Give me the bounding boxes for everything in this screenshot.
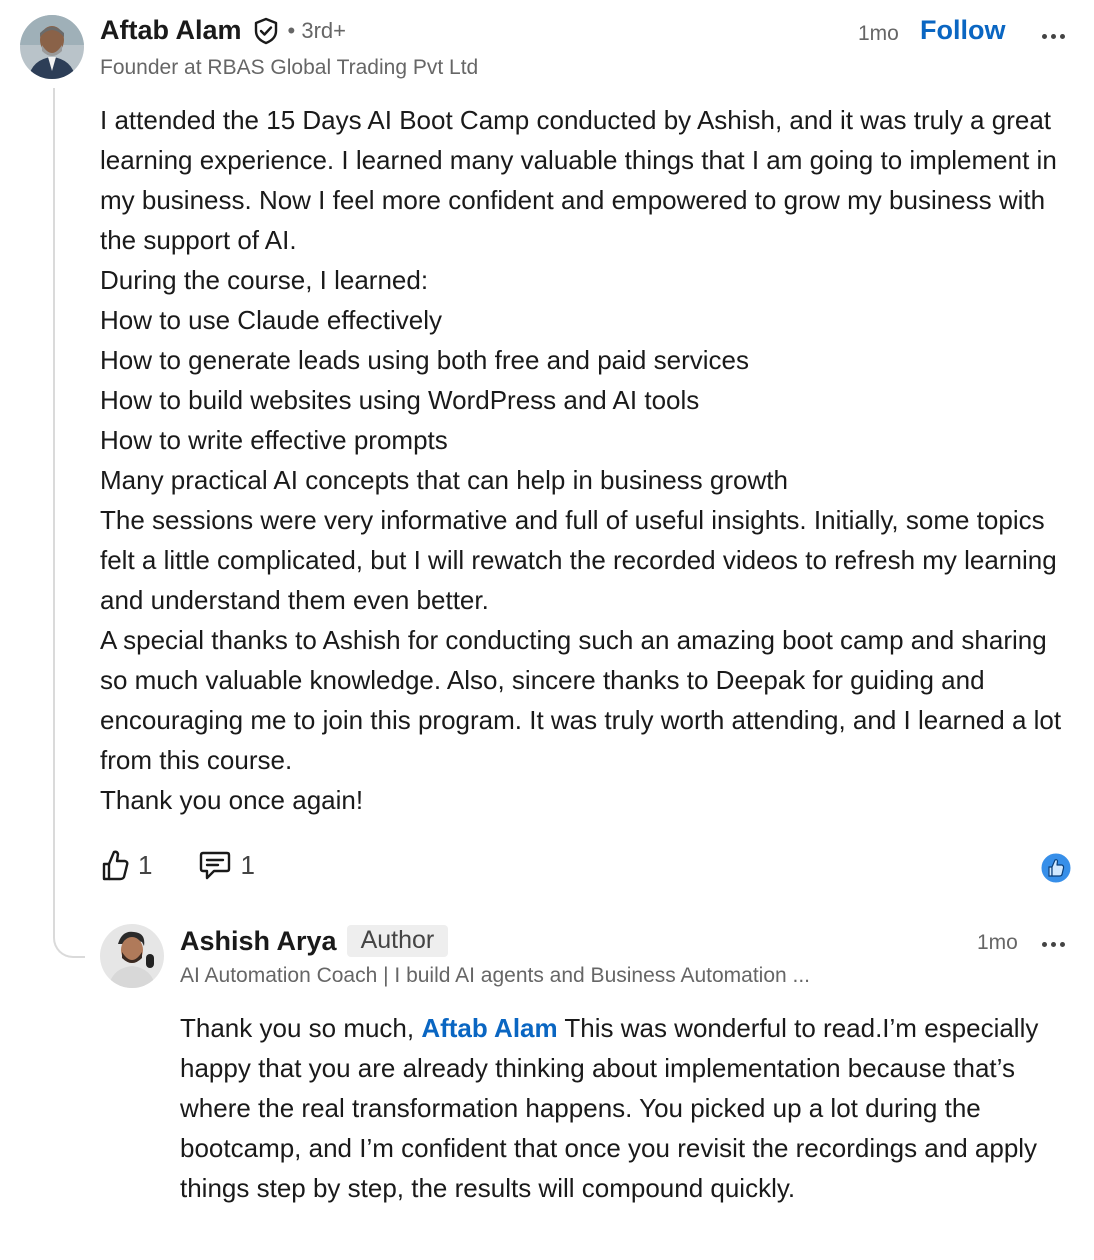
- commenter-avatar[interactable]: [20, 15, 84, 79]
- comment-timestamp: 1mo: [858, 22, 899, 45]
- reply-timestamp: 1mo: [977, 931, 1018, 954]
- speech-bubble-icon: [198, 849, 232, 881]
- like-reaction-icon[interactable]: [1040, 852, 1072, 884]
- comment-body: I attended the 15 Days AI Boot Camp cond…: [100, 100, 1080, 820]
- reply-author-name-row: Ashish Arya Author: [180, 925, 449, 957]
- comment-paragraph: During the course, I learned:: [100, 265, 429, 295]
- reply-author-headline: AI Automation Coach | I build AI agents …: [180, 964, 811, 987]
- more-options-icon[interactable]: [1042, 26, 1065, 46]
- comment-paragraph: How to use Claude effectively: [100, 305, 443, 335]
- follow-button[interactable]: Follow: [920, 15, 1005, 46]
- comment-paragraph: Thank you once again!: [100, 785, 364, 815]
- mention-link[interactable]: Aftab Alam: [421, 1013, 557, 1043]
- commenter-name-row: Aftab Alam • 3rd+: [100, 15, 346, 46]
- reply-text-before-mention: Thank you so much,: [180, 1013, 422, 1043]
- like-count: 1: [138, 849, 153, 880]
- more-options-icon[interactable]: [1042, 934, 1065, 954]
- reply-count: 1: [240, 849, 255, 880]
- verified-shield-icon: [252, 17, 280, 45]
- comment-paragraph: The sessions were very informative and f…: [100, 505, 1057, 615]
- comment-paragraph: Many practical AI concepts that can help…: [100, 465, 788, 495]
- reply-body: Thank you so much, Aftab Alam This was w…: [180, 1008, 1080, 1208]
- like-button[interactable]: 1: [100, 848, 152, 882]
- thread-connector-line: [53, 88, 85, 958]
- reply-button[interactable]: 1: [198, 849, 255, 881]
- comment-actions: 1 1: [100, 848, 255, 882]
- commenter-name[interactable]: Aftab Alam: [100, 15, 242, 46]
- comment-paragraph: A special thanks to Ashish for conductin…: [100, 625, 1062, 775]
- author-badge: Author: [346, 925, 449, 957]
- reply-author-name[interactable]: Ashish Arya: [180, 926, 337, 957]
- thumbs-up-icon: [100, 848, 130, 882]
- comment-paragraph: How to generate leads using both free an…: [100, 345, 749, 375]
- reply-author-avatar[interactable]: [100, 924, 164, 988]
- comment-paragraph: I attended the 15 Days AI Boot Camp cond…: [100, 105, 1057, 255]
- commenter-headline: Founder at RBAS Global Trading Pvt Ltd: [100, 56, 479, 79]
- comment-paragraph: How to build websites using WordPress an…: [100, 385, 700, 415]
- connection-degree: • 3rd+: [287, 17, 346, 43]
- comment-paragraph: How to write effective prompts: [100, 425, 448, 455]
